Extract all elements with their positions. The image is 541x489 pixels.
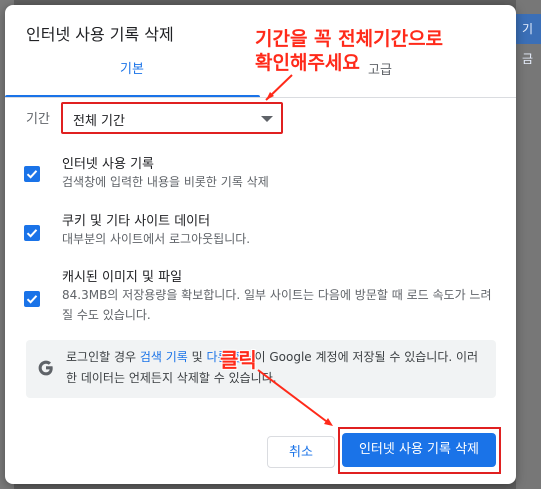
arrow-to-delete (257, 369, 331, 425)
annotation-arrows (257, 74, 333, 426)
arrowhead-delete (324, 418, 333, 426)
